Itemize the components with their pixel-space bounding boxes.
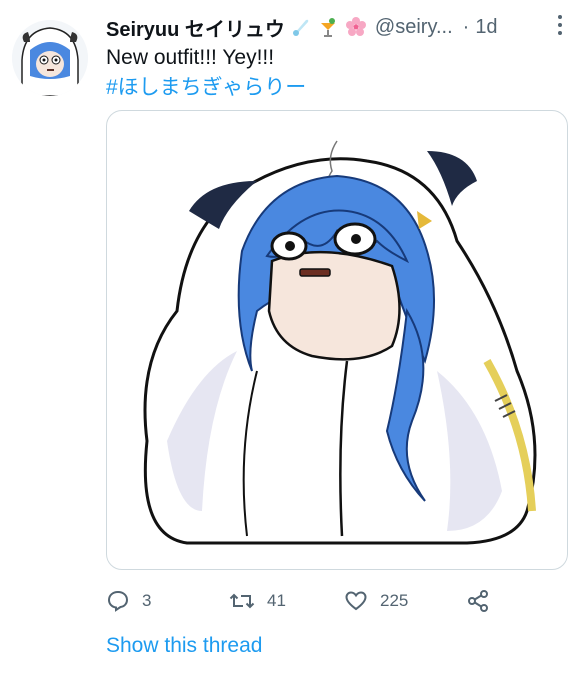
tweet-actions: 3 41 225 xyxy=(106,585,526,617)
like-count: 225 xyxy=(380,591,409,610)
tweet-header: Seiryuu セイリュウ @seiry... · 1d xyxy=(106,12,573,42)
avatar-image xyxy=(12,20,88,96)
heart-icon xyxy=(345,591,367,611)
like-button[interactable]: 225 xyxy=(344,585,408,617)
display-name[interactable]: Seiryuu セイリュウ xyxy=(106,13,285,42)
hashtag-link[interactable]: #ほしまちぎゃらりー xyxy=(106,74,306,102)
reply-icon xyxy=(107,590,129,612)
more-options-icon[interactable] xyxy=(557,14,563,41)
show-thread-link[interactable]: Show this thread xyxy=(106,634,262,658)
cocktail-icon xyxy=(317,16,339,38)
cherry-blossom-icon xyxy=(345,16,367,38)
comet-icon xyxy=(291,17,311,37)
tweet-text: New outfit!!! Yey!!! xyxy=(106,46,275,69)
tweet-media[interactable] xyxy=(106,110,568,570)
share-button[interactable] xyxy=(466,585,502,617)
share-icon xyxy=(468,590,488,612)
retweet-icon xyxy=(229,593,255,609)
media-illustration xyxy=(143,140,537,545)
retweet-button[interactable]: 41 xyxy=(229,585,286,617)
timestamp[interactable]: 1d xyxy=(475,16,497,39)
reply-button[interactable]: 3 xyxy=(106,585,151,617)
user-handle[interactable]: @seiry... xyxy=(375,16,453,39)
reply-count: 3 xyxy=(142,591,152,610)
separator-dot: · xyxy=(462,15,470,38)
retweet-count: 41 xyxy=(267,591,286,610)
avatar[interactable] xyxy=(12,20,88,96)
